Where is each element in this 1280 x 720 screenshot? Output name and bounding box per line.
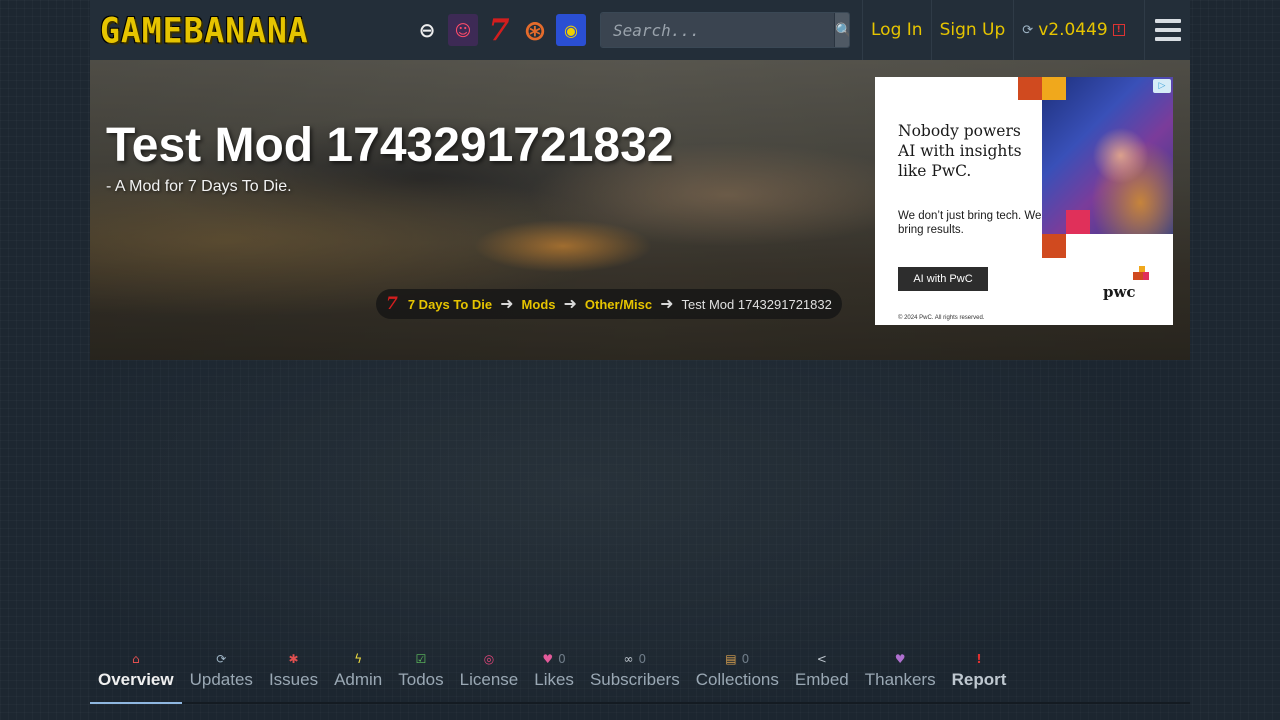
version-label: v2.0449 bbox=[1038, 20, 1108, 40]
updates-icon: ⟳ bbox=[216, 652, 227, 666]
ad-decor-square bbox=[1042, 77, 1066, 100]
breadcrumb: 7 7 Days To Die ➜ Mods ➜ Other/Misc ➜ Te… bbox=[376, 289, 842, 319]
smash-bros-icon[interactable]: ⊖ bbox=[412, 14, 442, 46]
tab-label: Issues bbox=[268, 670, 319, 689]
checkbox-icon: ☑ bbox=[415, 652, 427, 666]
tab-issues[interactable]: ✱ Issues bbox=[261, 648, 326, 704]
ad-cta-button[interactable]: AI with PwC bbox=[898, 267, 988, 291]
adchoices-icon[interactable]: ▷ bbox=[1153, 79, 1171, 93]
search-bar: 🔍 bbox=[600, 12, 850, 48]
mod-tabs: ⌂ Overview ⟳ Updates ✱ Issues ϟ Admin ☑ Todos ◎ Lic… bbox=[90, 648, 1190, 704]
tab-label: Likes bbox=[534, 670, 574, 689]
game-shortcuts: ⊖ ☺ 7 ⊛ ◉ bbox=[412, 0, 586, 60]
exclamation-icon: ! bbox=[976, 652, 982, 666]
license-icon: ◎ bbox=[483, 652, 495, 666]
tab-count: 0 bbox=[741, 652, 750, 666]
thanks-heart-icon: ♥ bbox=[894, 652, 906, 666]
breadcrumb-current: Test Mod 1743291721832 bbox=[681, 296, 832, 312]
breadcrumb-section-link[interactable]: Mods bbox=[522, 297, 556, 312]
search-input[interactable] bbox=[601, 13, 834, 47]
tab-label: Collections bbox=[695, 670, 779, 689]
tab-subscribers[interactable]: ∞ 0 Subscribers bbox=[582, 648, 688, 704]
hamburger-menu-icon[interactable] bbox=[1144, 0, 1190, 60]
page-subtitle: - A Mod for 7 Days To Die. bbox=[106, 178, 292, 195]
ad-headline: Nobody powers AI with insights like PwC. bbox=[898, 122, 1022, 180]
breadcrumb-game-link[interactable]: 7 Days To Die bbox=[408, 297, 492, 312]
search-button[interactable]: 🔍 bbox=[834, 13, 849, 47]
breadcrumb-category-link[interactable]: Other/Misc bbox=[585, 297, 652, 312]
tab-label: Updates bbox=[189, 670, 253, 689]
account-links: Log In Sign Up ⟳ v2.0449 ! bbox=[862, 0, 1133, 60]
tab-report[interactable]: ! Report bbox=[944, 648, 1015, 704]
version-link[interactable]: ⟳ v2.0449 ! bbox=[1013, 0, 1132, 60]
tab-label: License bbox=[459, 670, 519, 689]
tab-likes[interactable]: ♥ 0 Likes bbox=[526, 648, 582, 704]
logo-text: GAMEBANANA bbox=[100, 9, 309, 51]
7-days-to-die-icon: 7 bbox=[386, 294, 398, 314]
bug-icon: ✱ bbox=[288, 652, 299, 666]
page-title: Test Mod 1743291721832 bbox=[106, 119, 674, 172]
ad-decor-square bbox=[1042, 234, 1066, 258]
arrow-right-icon: ➜ bbox=[660, 296, 674, 313]
tab-label: Admin bbox=[334, 670, 383, 689]
top-navigation: GAMEBANANA ⊖ ☺ 7 ⊛ ◉ 🔍 Log In Sign Up ⟳ … bbox=[90, 0, 1190, 60]
tab-label: Embed bbox=[794, 670, 849, 689]
tf2-icon[interactable]: ⊛ bbox=[520, 14, 550, 47]
7-days-to-die-icon[interactable]: 7 bbox=[484, 13, 514, 48]
tab-label: Thankers bbox=[864, 670, 936, 689]
login-link[interactable]: Log In bbox=[862, 0, 931, 60]
advertisement[interactable]: Nobody powers AI with insights like PwC.… bbox=[875, 77, 1173, 325]
ad-decor-square bbox=[1018, 77, 1042, 100]
arrow-right-icon: ➜ bbox=[500, 296, 514, 313]
tab-overview[interactable]: ⌂ Overview bbox=[90, 648, 182, 704]
tab-count: 0 bbox=[638, 652, 647, 666]
ad-brand: pwc bbox=[1103, 283, 1136, 301]
alert-icon: ! bbox=[1112, 24, 1125, 36]
tab-license[interactable]: ◎ License bbox=[452, 648, 527, 704]
ad-copyright: © 2024 PwC. All rights reserved. bbox=[898, 315, 985, 321]
signup-link[interactable]: Sign Up bbox=[930, 0, 1014, 60]
tab-embed[interactable]: < Embed bbox=[787, 648, 857, 704]
search-icon: 🔍 bbox=[835, 22, 849, 39]
tab-label: Overview bbox=[98, 670, 174, 689]
tab-collections[interactable]: ▤ 0 Collections bbox=[688, 648, 787, 704]
tab-thankers[interactable]: ♥ Thankers bbox=[857, 648, 944, 704]
tab-updates[interactable]: ⟳ Updates bbox=[182, 648, 261, 704]
arrow-right-icon: ➜ bbox=[563, 296, 577, 313]
home-icon: ⌂ bbox=[131, 652, 140, 666]
tab-count: 0 bbox=[558, 652, 566, 666]
ad-decor-square bbox=[1066, 210, 1090, 234]
link-icon: ∞ bbox=[623, 652, 634, 666]
heart-icon: ♥ bbox=[542, 652, 554, 666]
pwc-logo-icon bbox=[1133, 266, 1149, 280]
tab-admin[interactable]: ϟ Admin bbox=[326, 648, 390, 704]
updates-icon: ⟳ bbox=[1022, 22, 1034, 38]
ad-body: We don’t just bring tech. We bring resul… bbox=[898, 210, 1042, 236]
ad-image bbox=[1042, 77, 1173, 234]
tab-label: Subscribers bbox=[589, 670, 680, 689]
collection-icon: ▤ bbox=[725, 652, 737, 666]
lightning-icon: ϟ bbox=[354, 652, 363, 666]
logo[interactable]: GAMEBANANA bbox=[90, 0, 410, 60]
tab-todos[interactable]: ☑ Todos bbox=[390, 648, 451, 704]
fnf-icon[interactable]: ☺ bbox=[448, 14, 478, 46]
tab-label: Todos bbox=[398, 670, 444, 689]
sonic-icon[interactable]: ◉ bbox=[556, 14, 586, 46]
share-icon: < bbox=[816, 652, 827, 666]
tab-label: Report bbox=[951, 670, 1007, 689]
